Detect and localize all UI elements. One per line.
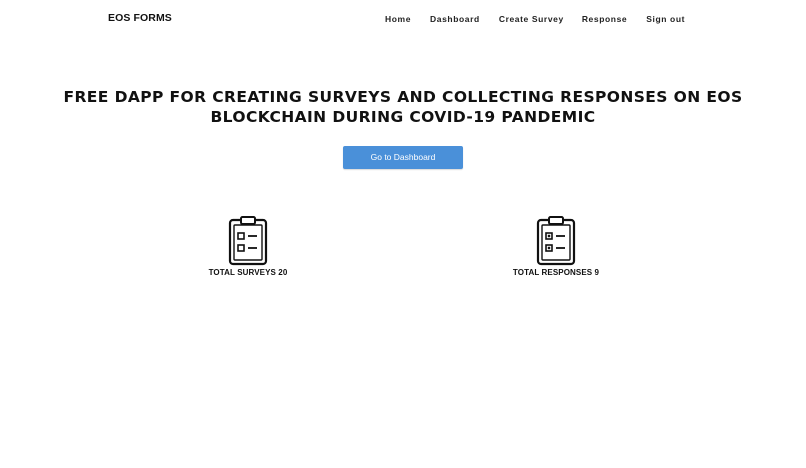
clipboard-checklist-icon [536,216,576,266]
total-responses-stat: TOTAL RESPONSES 9 [476,216,636,277]
hero-title: FREE DAPP FOR CREATING SURVEYS AND COLLE… [0,87,806,127]
total-responses-label: TOTAL RESPONSES 9 [512,268,600,277]
nav-links: Home Dashboard Create Survey Response Si… [385,14,685,24]
nav-link-sign-out[interactable]: Sign out [646,14,685,24]
brand-logo-link[interactable]: EOS FORMS [108,12,172,24]
nav-link-response[interactable]: Response [582,14,627,24]
nav-link-home[interactable]: Home [385,14,411,24]
navbar: EOS FORMS Home Dashboard Create Survey R… [0,0,806,38]
total-surveys-stat: TOTAL SURVEYS 20 [168,216,328,277]
nav-link-create-survey[interactable]: Create Survey [499,14,564,24]
clipboard-checklist-icon [228,216,268,266]
page: EOS FORMS Home Dashboard Create Survey R… [0,0,806,468]
hero-title-line-1: FREE DAPP FOR CREATING SURVEYS AND COLLE… [63,88,743,106]
hero-title-line-2: BLOCKCHAIN DURING COVID-19 PANDEMIC [210,108,596,126]
total-surveys-label: TOTAL SURVEYS 20 [208,268,288,277]
nav-link-dashboard[interactable]: Dashboard [430,14,480,24]
go-to-dashboard-button[interactable]: Go to Dashboard [343,146,463,169]
